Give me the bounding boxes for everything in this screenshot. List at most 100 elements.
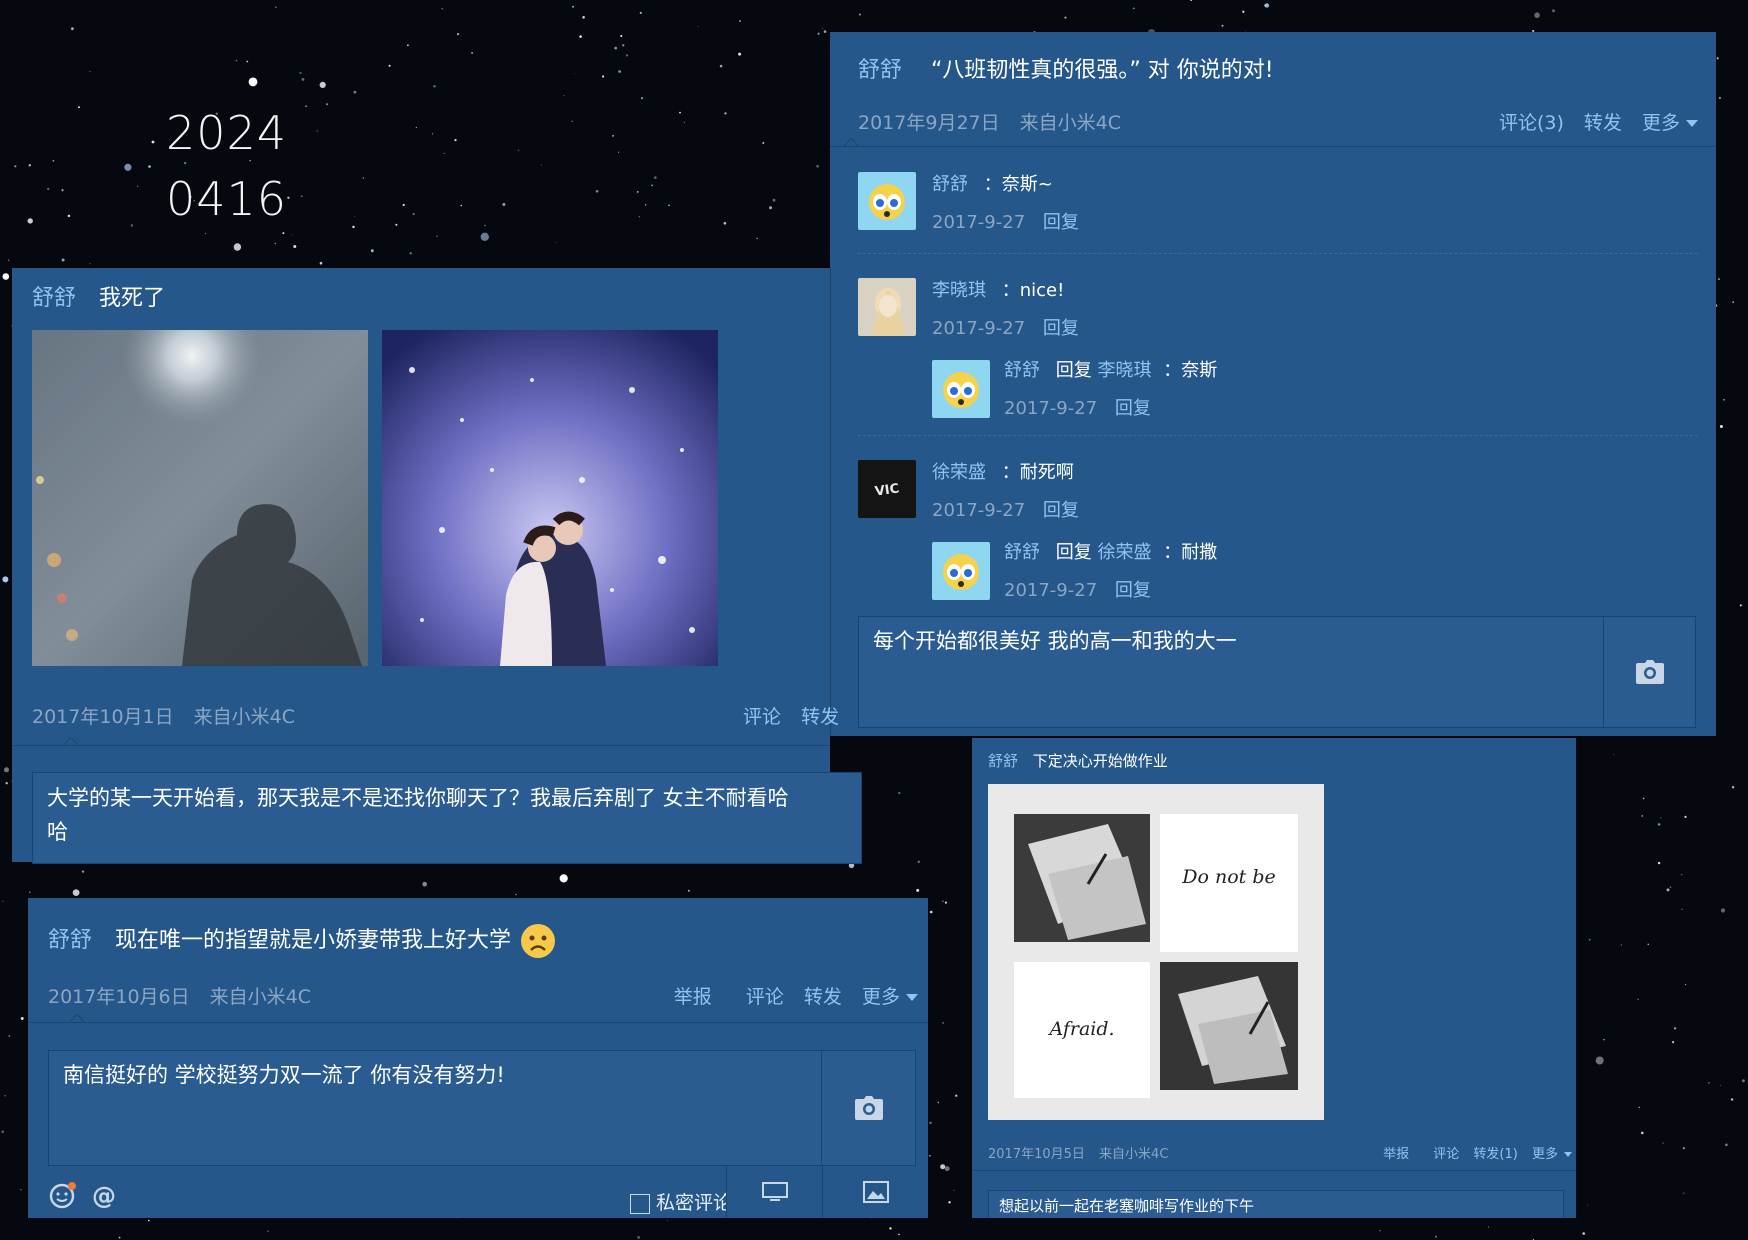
checkbox-icon[interactable]	[630, 1193, 650, 1214]
toolbar-button-screen[interactable]	[726, 1166, 822, 1218]
reply-input-text: 大学的某一天开始看，那天我是不是还找你聊天了？我最后弃剧了 女主不耐看哈哈	[47, 786, 789, 844]
more-label: 更多	[1531, 1147, 1558, 1162]
author-link[interactable]: 舒舒	[988, 752, 1018, 770]
post-actions: 举报 评论 转发(1) 更多	[1383, 1143, 1572, 1162]
post-meta: 2017年10月1日 来自小米4C	[32, 702, 295, 729]
reply-input-text: 南信挺好的 学校挺努力双一流了 你有没有努力!	[63, 1063, 505, 1087]
post-card-bottom-left: 舒舒 现在唯一的指望就是小娇妻带我上好大学 2017年10月6日 来自小米4C …	[28, 898, 928, 1218]
collage-photo	[988, 784, 1324, 1120]
repost-button[interactable]: 转发	[801, 706, 839, 728]
comment-author[interactable]: 李晓琪	[932, 280, 986, 301]
comment-time: 2017-9-27	[932, 500, 1026, 521]
report-button[interactable]: 举报	[1383, 1147, 1409, 1162]
post-date[interactable]: 2017年9月27日	[858, 112, 1000, 134]
post-source: 来自小米4C	[209, 986, 312, 1008]
sub-comment-line: 舒舒 回复 徐荣盛 ：耐撒	[1004, 538, 1217, 564]
divider	[28, 1022, 928, 1023]
comment-line: 舒舒 ：奈斯~	[932, 170, 1053, 196]
avatar-image	[858, 278, 916, 336]
date-stamp: 2024 0416	[166, 100, 287, 232]
sub-comment-text: ：奈斯	[1163, 360, 1218, 381]
avatar-shushu[interactable]	[858, 172, 916, 230]
avatar-xurongsheng[interactable]: VIC	[858, 460, 916, 518]
sub-comment-target[interactable]: 徐荣盛	[1097, 542, 1151, 563]
more-button[interactable]: 更多	[862, 986, 918, 1008]
post-date[interactable]: 2017年10月5日	[988, 1147, 1085, 1162]
avatar-lixiaoqi[interactable]	[858, 278, 916, 336]
post-source: 来自小米4C	[1019, 112, 1122, 134]
comment-reply-button[interactable]: 回复	[1043, 500, 1079, 521]
comment-button[interactable]: 评论	[743, 706, 781, 728]
collage-word-1: Do not be	[1182, 866, 1276, 888]
sub-comment-reply-word: 回复	[1055, 542, 1092, 563]
reply-input-text: 想起以前一起在老塞咖啡写作业的下午	[999, 1197, 1255, 1215]
author-link[interactable]: 舒舒	[858, 58, 902, 83]
post-source: 来自小米4C	[1099, 1147, 1169, 1162]
reply-input-text: 每个开始都很美好 我的高一和我的大一	[873, 629, 1237, 653]
post-date[interactable]: 2017年10月6日	[48, 986, 190, 1008]
avatar-image	[932, 360, 990, 418]
comment-separator	[858, 253, 1698, 254]
reply-input[interactable]: 想起以前一起在老塞咖啡写作业的下午	[988, 1190, 1564, 1218]
emoji-icon[interactable]	[48, 1180, 78, 1210]
comment-time: 2017-9-27	[932, 212, 1026, 233]
post-text: 现在唯一的指望就是小娇妻带我上好大学	[115, 928, 512, 953]
post-image-2[interactable]	[382, 330, 718, 666]
comment-author[interactable]: 徐荣盛	[932, 462, 986, 483]
more-button[interactable]: 更多	[1532, 1147, 1572, 1162]
post-card-bottom-right: 舒舒 下定决心开始做作业 Do not be Afraid. 2017年10月5…	[972, 738, 1576, 1218]
post-date[interactable]: 2017年10月1日	[32, 706, 174, 728]
repost-button[interactable]: 转发	[1584, 112, 1622, 134]
comment-text: ：耐死啊	[1001, 462, 1074, 483]
post-image-1[interactable]	[32, 330, 368, 666]
comment-line: 徐荣盛 ：耐死啊	[932, 458, 1074, 484]
post-actions: 评论 转发	[743, 702, 839, 729]
post-meta: 2017年10月5日 来自小米4C	[988, 1143, 1168, 1162]
date-stamp-monthday: 0416	[166, 172, 288, 226]
avatar-shushu[interactable]	[932, 360, 990, 418]
reply-input[interactable]: 每个开始都很美好 我的高一和我的大一	[858, 616, 1696, 728]
post-actions: 评论(3) 转发 更多	[1499, 108, 1698, 135]
at-icon[interactable]: @	[90, 1182, 118, 1210]
more-label: 更多	[861, 986, 900, 1008]
avatar-image: VIC	[858, 460, 916, 518]
more-button[interactable]: 更多	[1642, 112, 1698, 134]
sub-comment-reply-button[interactable]: 回复	[1115, 580, 1151, 601]
sub-comment-reply-button[interactable]: 回复	[1115, 398, 1151, 419]
reply-input[interactable]: 大学的某一天开始看，那天我是不是还找你聊天了？我最后弃剧了 女主不耐看哈哈	[32, 772, 862, 864]
divider	[12, 745, 830, 746]
comment-meta: 2017-9-27 回复	[932, 496, 1079, 522]
sub-comment-author[interactable]: 舒舒	[1004, 542, 1040, 563]
comment-author[interactable]: 舒舒	[932, 174, 968, 195]
reply-input[interactable]: 南信挺好的 学校挺努力双一流了 你有没有努力!	[48, 1050, 916, 1166]
comment-button[interactable]: 评论	[1433, 1147, 1459, 1162]
private-comment-option[interactable]: 私密评论	[630, 1188, 732, 1215]
camera-button[interactable]	[1603, 617, 1695, 727]
divider	[972, 1170, 1576, 1171]
post-text: 我死了	[99, 286, 166, 311]
notch-icon	[64, 737, 78, 745]
sub-comment-author[interactable]: 舒舒	[1004, 360, 1040, 381]
frown-emoji-icon	[521, 924, 556, 958]
repost-button[interactable]: 转发(1)	[1473, 1147, 1517, 1162]
post-source: 来自小米4C	[193, 706, 296, 728]
comment-button[interactable]: 评论(3)	[1499, 112, 1564, 134]
comment-time: 2017-9-27	[932, 318, 1026, 339]
caret-down-icon	[1564, 1152, 1572, 1157]
camera-button[interactable]	[821, 1051, 915, 1165]
sub-comment-target[interactable]: 李晓琪	[1097, 360, 1151, 381]
comment-button[interactable]: 评论	[746, 986, 784, 1008]
image-icon	[862, 1181, 889, 1203]
repost-button[interactable]: 转发	[804, 986, 842, 1008]
comment-reply-button[interactable]: 回复	[1043, 318, 1079, 339]
toolbar-button-image[interactable]	[822, 1166, 928, 1218]
post-meta: 2017年9月27日 来自小米4C	[858, 108, 1121, 135]
comment-reply-button[interactable]: 回复	[1043, 212, 1079, 233]
author-link[interactable]: 舒舒	[48, 928, 92, 953]
comment-line: 李晓琪 ：nice!	[932, 276, 1064, 302]
report-button[interactable]: 举报	[674, 986, 712, 1008]
avatar-shushu[interactable]	[932, 542, 990, 600]
sub-comment-text: ：耐撒	[1163, 542, 1218, 563]
post-image-collage[interactable]: Do not be Afraid.	[988, 784, 1324, 1120]
author-link[interactable]: 舒舒	[32, 286, 76, 311]
